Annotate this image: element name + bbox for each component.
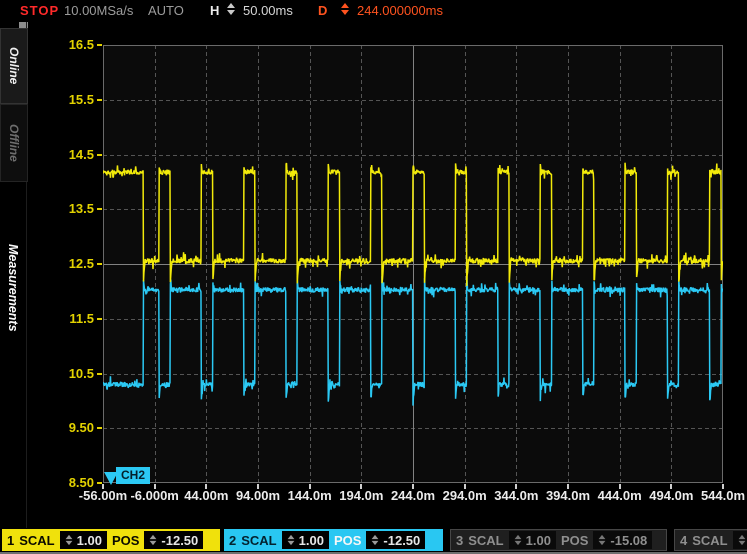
channel-3-position-field[interactable]: -15.08 — [593, 531, 652, 549]
stepper-icon — [65, 535, 72, 545]
x-axis-tick — [309, 484, 311, 489]
x-axis-label: 194.0m — [339, 488, 383, 503]
channel-2-scale-label: SCAL — [241, 533, 276, 548]
tab-offline[interactable]: Offline — [0, 104, 28, 182]
channel-2-button[interactable]: 2 — [229, 533, 236, 548]
topbar: STOP 10.00MSa/s AUTO H 50.00ms D 244.000… — [0, 0, 747, 22]
stepper-icon — [372, 535, 379, 545]
x-axis-label: 94.00m — [236, 488, 280, 503]
channel-4-scale-label: SCAL — [692, 533, 727, 548]
channel-1-scale-label: SCAL — [19, 533, 54, 548]
channel-3-position-label: POS — [561, 533, 588, 548]
channel-1-scale-field[interactable]: 1.00 — [60, 531, 107, 549]
x-axis-tick — [464, 484, 466, 489]
x-axis-tick — [154, 484, 156, 489]
x-axis-tick — [722, 484, 724, 489]
x-axis-tick — [205, 484, 207, 489]
y-axis-label: 13.5 — [50, 200, 94, 218]
measurements-label: Measurements — [6, 244, 20, 332]
x-axis-label: -6.000m — [130, 488, 178, 503]
tab-online[interactable]: Online — [0, 28, 28, 104]
tab-offline-label: Offline — [7, 124, 21, 162]
x-axis-tick — [670, 484, 672, 489]
channel-3-scale-label: SCAL — [468, 533, 503, 548]
channel-3-scale-field[interactable]: 1.00 — [509, 531, 556, 549]
y-axis-label: 16.5 — [50, 36, 94, 54]
channel-1-position-label: POS — [112, 533, 139, 548]
channel-bar: 1 SCAL 1.00 POS -12.50 2 SCAL 1.00 POS -… — [0, 529, 747, 552]
delay-stepper-icon[interactable] — [341, 3, 349, 15]
run-stop-indicator[interactable]: STOP — [20, 3, 59, 18]
sample-rate-readout: 10.00MSa/s — [64, 3, 133, 18]
stepper-icon — [287, 535, 294, 545]
y-axis-label: 10.5 — [50, 365, 94, 383]
channel-4-controls: 4 SCAL — [674, 529, 747, 551]
y-axis-tick — [97, 208, 102, 210]
channel-1-position-field[interactable]: -12.50 — [144, 531, 203, 549]
x-axis-label: 44.00m — [184, 488, 228, 503]
stepper-icon — [599, 535, 606, 545]
channel-2-position-value: -12.50 — [383, 533, 420, 548]
horizontal-scale-stepper-icon[interactable] — [227, 3, 235, 15]
channel-1-button[interactable]: 1 — [7, 533, 14, 548]
x-axis-label: 244.0m — [391, 488, 435, 503]
channel-2-scale-field[interactable]: 1.00 — [282, 531, 329, 549]
channel-3-position-value: -15.08 — [610, 533, 647, 548]
x-axis-label: -56.00m — [79, 488, 127, 503]
channel-2-scale-value: 1.00 — [299, 533, 324, 548]
channel-3-button[interactable]: 3 — [456, 533, 463, 548]
channel-1-position-value: -12.50 — [161, 533, 198, 548]
x-axis-label: 294.0m — [443, 488, 487, 503]
y-axis-tick — [97, 99, 102, 101]
y-axis-label: 15.5 — [50, 91, 94, 109]
y-axis-tick — [97, 154, 102, 156]
horizontal-scale-label: H — [210, 3, 219, 18]
waveform-display[interactable] — [103, 45, 723, 483]
tab-online-label: Online — [7, 47, 21, 84]
channel-2-controls: 2 SCAL 1.00 POS -12.50 — [224, 529, 443, 551]
y-axis-tick — [97, 373, 102, 375]
stepper-icon — [738, 535, 745, 545]
y-axis-label: 14.5 — [50, 146, 94, 164]
channel-3-controls: 3 SCAL 1.00 POS -15.08 — [450, 529, 667, 551]
x-axis-tick — [360, 484, 362, 489]
measurements-section[interactable]: Measurements — [0, 200, 26, 375]
delay-value[interactable]: 244.000000ms — [357, 3, 443, 18]
x-axis-tick — [412, 484, 414, 489]
x-axis-tick — [567, 484, 569, 489]
x-axis-tick — [619, 484, 621, 489]
stepper-icon — [150, 535, 157, 545]
y-axis-label: 11.5 — [50, 310, 94, 328]
oscilloscope-app: STOP 10.00MSa/s AUTO H 50.00ms D 244.000… — [0, 0, 747, 554]
x-axis-label: 444.0m — [598, 488, 642, 503]
channel-2-position-label: POS — [334, 533, 361, 548]
y-axis-label: 12.5 — [50, 255, 94, 273]
channel-4-button[interactable]: 4 — [680, 533, 687, 548]
channel-2-position-field[interactable]: -12.50 — [366, 531, 425, 549]
channel-1-controls: 1 SCAL 1.00 POS -12.50 — [2, 529, 220, 551]
x-axis-label: 544.0m — [701, 488, 745, 503]
x-axis-label: 394.0m — [546, 488, 590, 503]
channel-1-scale-value: 1.00 — [77, 533, 102, 548]
x-axis-tick — [515, 484, 517, 489]
channel-3-scale-value: 1.00 — [526, 533, 551, 548]
y-axis-tick — [97, 318, 102, 320]
y-axis-tick — [97, 44, 102, 46]
trigger-mode-indicator[interactable]: AUTO — [148, 3, 184, 18]
y-axis-tick — [97, 427, 102, 429]
x-axis-label: 344.0m — [494, 488, 538, 503]
stepper-icon — [514, 535, 521, 545]
x-axis-tick — [257, 484, 259, 489]
y-axis-tick — [97, 263, 102, 265]
channel-4-scale-field[interactable] — [733, 531, 747, 549]
ch2-position-badge[interactable]: CH2 — [116, 467, 150, 484]
x-axis-label: 494.0m — [649, 488, 693, 503]
y-axis-label: 9.50 — [50, 419, 94, 437]
x-axis-label: 144.0m — [288, 488, 332, 503]
horizontal-scale-value[interactable]: 50.00ms — [243, 3, 293, 18]
delay-label: D — [318, 3, 327, 18]
